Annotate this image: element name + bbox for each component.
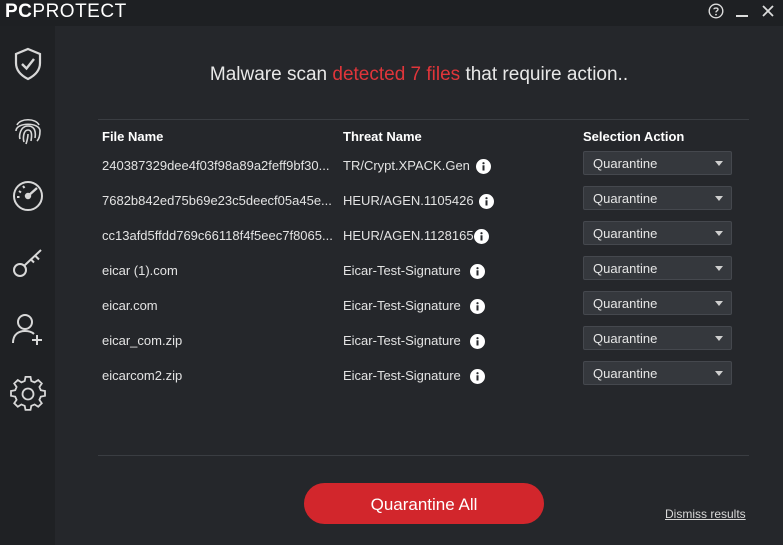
file-name: eicar.com [102,298,158,313]
threat-name: Eicar-Test-Signature [343,333,461,348]
minimize-icon[interactable] [733,2,751,20]
close-icon[interactable] [759,2,777,20]
table-row: eicarcom2.zip Eicar-Test-Signature Quara… [55,361,783,402]
threat-name: Eicar-Test-Signature [343,263,461,278]
column-header-selection-action: Selection Action [583,129,685,144]
file-name: cc13afd5ffdd769c66118f4f5eec7f8065... [102,228,332,243]
gear-icon [9,376,46,411]
title-bar: PCPROTECT [0,0,783,26]
column-header-threat-name: Threat Name [343,129,422,144]
add-user-icon [11,314,42,345]
action-select[interactable]: Quarantine [583,221,732,245]
threat-name: Eicar-Test-Signature [343,368,461,383]
info-icon[interactable] [470,369,485,384]
file-name: eicarcom2.zip [102,368,183,383]
help-icon[interactable] [707,2,725,20]
chevron-down-icon [715,266,723,271]
chevron-down-icon [715,231,723,236]
sidebar [0,26,55,545]
action-select[interactable]: Quarantine [583,256,732,280]
chevron-down-icon [715,196,723,201]
info-icon[interactable] [470,334,485,349]
sidebar-item-protection[interactable] [0,39,55,89]
info-icon[interactable] [470,264,485,279]
chevron-down-icon [715,371,723,376]
sidebar-item-passwords[interactable] [0,238,55,288]
shield-check-icon [14,47,41,81]
fingerprint-icon [14,118,41,145]
column-header-file-name: File Name [102,129,164,144]
action-select[interactable]: Quarantine [583,361,732,385]
chevron-down-icon [715,336,723,341]
chevron-down-icon [715,301,723,306]
scan-result-headline: Malware scan detected 7 files that requi… [209,64,629,85]
info-icon[interactable] [470,299,485,314]
info-icon[interactable] [476,159,491,174]
threat-name: HEUR/AGEN.1128165 [343,228,474,243]
file-name: eicar_com.zip [102,333,183,348]
speedometer-icon [12,181,43,211]
action-select[interactable]: Quarantine [583,326,732,350]
window-controls [707,2,777,20]
action-select[interactable]: Quarantine [583,151,732,175]
action-select[interactable]: Quarantine [583,186,732,210]
quarantine-all-button[interactable]: Quarantine All [304,483,544,524]
table-divider-top [98,119,749,120]
main-panel: Malware scan detected 7 files that requi… [55,26,783,545]
threat-name: HEUR/AGEN.1105426 [343,193,474,208]
action-select[interactable]: Quarantine [583,291,732,315]
threat-name: Eicar-Test-Signature [343,298,461,313]
file-name: eicar (1).com [102,263,178,278]
file-name: 7682b842ed75b69e23c5deecf05a45e... [102,193,332,208]
sidebar-item-privacy[interactable] [0,105,55,155]
info-icon[interactable] [479,194,494,209]
app-logo: PCPROTECT [5,1,127,22]
sidebar-item-users[interactable] [0,304,55,354]
table-divider-bottom [98,455,749,456]
info-icon[interactable] [474,229,489,244]
sidebar-item-performance[interactable] [0,171,55,221]
chevron-down-icon [715,161,723,166]
file-name: 240387329dee4f03f98a89a2feff9bf30... [102,158,330,173]
dismiss-results-link[interactable]: Dismiss results [665,507,746,521]
key-icon [12,249,42,277]
sidebar-item-settings[interactable] [0,369,55,419]
threat-name: TR/Crypt.XPACK.Gen [343,158,470,173]
